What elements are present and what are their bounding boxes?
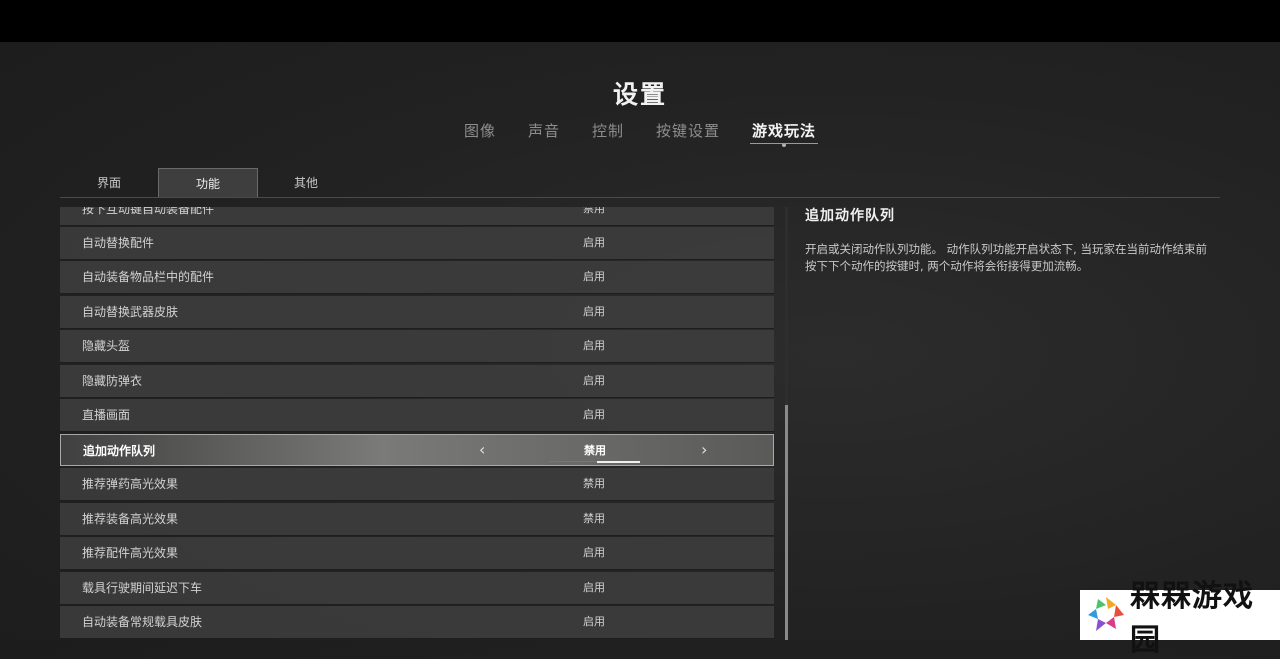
setting-value: 启用 <box>583 374 605 387</box>
setting-label: 载具行驶期间延迟下车 <box>82 581 203 595</box>
setting-value: 启用 <box>583 615 605 628</box>
scrollbar-thumb[interactable] <box>785 405 788 640</box>
setting-row[interactable]: 自动替换配件 启用 <box>60 227 774 260</box>
setting-row-selected[interactable]: 追加动作队列 ‹ 禁用 › <box>60 434 774 466</box>
subtab-interface[interactable]: 界面 <box>60 168 158 197</box>
tab-sound[interactable]: 声音 <box>512 122 576 144</box>
setting-value: 启用 <box>583 581 605 594</box>
chevron-left-icon[interactable]: ‹ <box>479 435 485 465</box>
setting-label: 按下互动键自动装备配件 <box>82 207 215 216</box>
sub-tab-bar: 界面 功能 其他 <box>60 168 1220 198</box>
setting-value: 启用 <box>583 339 605 352</box>
setting-row[interactable]: 隐藏头盔 启用 <box>60 330 774 363</box>
setting-label: 推荐装备高光效果 <box>82 512 179 526</box>
setting-label: 自动装备常规载具皮肤 <box>82 615 203 629</box>
subtab-function[interactable]: 功能 <box>158 168 258 197</box>
setting-row[interactable]: 推荐装备高光效果 禁用 <box>60 503 774 536</box>
setting-label: 自动装备物品栏中的配件 <box>82 270 215 284</box>
watermark-text: 槑槑游戏园 <box>1130 579 1254 658</box>
setting-row[interactable]: 载具行驶期间延迟下车 启用 <box>60 572 774 605</box>
setting-row[interactable]: 推荐配件高光效果 启用 <box>60 537 774 570</box>
tab-gameplay-label: 游戏玩法 <box>752 122 817 140</box>
watermark: 槑槑游戏园 <box>1080 579 1280 658</box>
setting-label: 隐藏头盔 <box>82 339 131 353</box>
setting-value: 启用 <box>583 270 605 283</box>
setting-label: 自动替换配件 <box>82 236 155 250</box>
setting-value: 启用 <box>583 236 605 249</box>
setting-value: 启用 <box>583 408 605 421</box>
setting-value: 禁用 <box>583 477 605 490</box>
setting-value: 启用 <box>583 546 605 559</box>
subtab-other[interactable]: 其他 <box>257 168 355 197</box>
setting-row[interactable]: 按下互动键自动装备配件 禁用 <box>60 207 774 226</box>
setting-value: 启用 <box>583 305 605 318</box>
setting-label: 推荐弹药高光效果 <box>82 477 179 491</box>
setting-value: 禁用 <box>583 512 605 525</box>
setting-row[interactable]: 自动装备常规载具皮肤 启用 <box>60 606 774 639</box>
chevron-right-icon[interactable]: › <box>701 435 707 465</box>
setting-label: 推荐配件高光效果 <box>82 546 179 560</box>
setting-row[interactable]: 隐藏防弹衣 启用 <box>60 365 774 398</box>
setting-label: 自动替换武器皮肤 <box>82 305 179 319</box>
tab-keybindings[interactable]: 按键设置 <box>640 122 736 144</box>
page-title: 设置 <box>612 80 667 109</box>
setting-row[interactable]: 推荐弹药高光效果 禁用 <box>60 468 774 501</box>
setting-row[interactable]: 自动替换武器皮肤 启用 <box>60 296 774 329</box>
setting-label: 隐藏防弹衣 <box>82 374 143 388</box>
setting-row[interactable]: 直播画面 启用 <box>60 399 774 432</box>
setting-label: 直播画面 <box>82 408 131 422</box>
active-tab-indicator <box>782 143 787 147</box>
description-title: 追加动作队列 <box>805 208 895 224</box>
top-black-bar <box>0 0 1280 42</box>
main-tab-bar: 图像 声音 控制 按键设置 游戏玩法 <box>0 122 1280 147</box>
setting-label: 追加动作队列 <box>83 444 156 458</box>
tab-graphics[interactable]: 图像 <box>448 122 512 144</box>
setting-value: 禁用 <box>583 207 605 215</box>
tab-gameplay[interactable]: 游戏玩法 <box>736 122 832 147</box>
settings-list: 按下互动键自动装备配件 禁用 自动替换配件 启用 自动装备物品栏中的配件 启用 … <box>60 207 774 640</box>
setting-row[interactable]: 自动装备物品栏中的配件 启用 <box>60 261 774 294</box>
description-text: 开启或关闭动作队列功能。 动作队列功能开启状态下, 当玩家在当前动作结束前按下下… <box>805 242 1207 273</box>
tab-controls[interactable]: 控制 <box>576 122 640 144</box>
option-track-indicator <box>597 461 640 463</box>
watermark-logo-icon <box>1086 595 1126 635</box>
